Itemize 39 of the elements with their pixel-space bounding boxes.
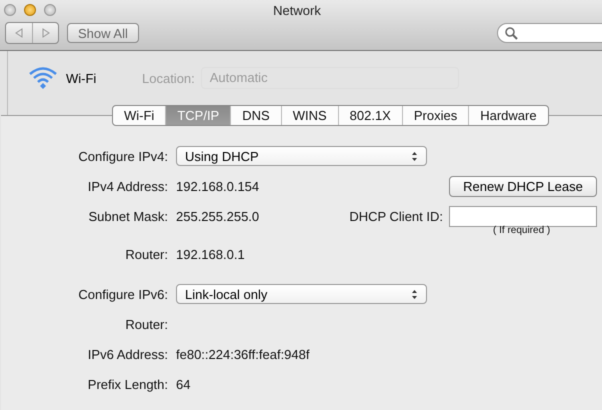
wifi-icon <box>28 65 58 91</box>
field-label: Router: <box>124 316 169 332</box>
dhcp-client-id-field[interactable] <box>449 206 597 226</box>
field-value: 64 <box>176 376 192 392</box>
tab[interactable]: Wi-Fi <box>113 106 166 125</box>
field-label: DHCP Client ID: <box>349 208 443 224</box>
location-label: Location: <box>142 70 195 86</box>
field-value: fe80::224:36ff:feaf:948f <box>176 346 310 362</box>
field-label: Router: <box>124 246 169 262</box>
show-all-button[interactable]: Show All <box>67 23 139 43</box>
renew-dhcp-lease-button[interactable]: Renew DHCP Lease <box>449 176 597 196</box>
field-label: Subnet Mask: <box>88 208 169 224</box>
field-value: 192.168.0.1 <box>176 246 246 262</box>
forward-arrow-icon <box>42 28 50 38</box>
minimize-button[interactable] <box>24 4 36 16</box>
zoom-button[interactable] <box>44 4 56 16</box>
search-icon <box>505 26 518 40</box>
field-label: IPv4 Address: <box>86 178 169 194</box>
back-arrow-icon <box>15 28 23 38</box>
tab[interactable]: Hardware <box>468 106 548 125</box>
window-title: Network <box>272 2 322 18</box>
stepper-arrows-icon <box>411 150 418 162</box>
tab[interactable]: 802.1X <box>338 106 402 125</box>
service-name: Wi-Fi <box>66 70 98 86</box>
field-label: Configure IPv6: <box>77 286 169 302</box>
tab[interactable]: DNS <box>230 106 281 125</box>
hint-text: ( If required ) <box>493 225 550 237</box>
search-field[interactable] <box>497 23 602 43</box>
field-label: IPv6 Address: <box>86 346 169 362</box>
tab[interactable]: Proxies <box>402 106 468 125</box>
close-button[interactable] <box>4 4 16 16</box>
field-label: Configure IPv4: <box>77 148 169 164</box>
tab[interactable]: WINS <box>280 106 338 125</box>
configure-ipv6-popup[interactable]: Link-local only <box>176 284 427 304</box>
field-value: 255.255.255.0 <box>176 208 260 224</box>
configure-ipv4-popup[interactable]: Using DHCP <box>176 146 427 166</box>
field-label: Prefix Length: <box>86 376 169 392</box>
field-value: 192.168.0.154 <box>176 178 260 194</box>
stepper-arrows-icon <box>411 288 418 300</box>
